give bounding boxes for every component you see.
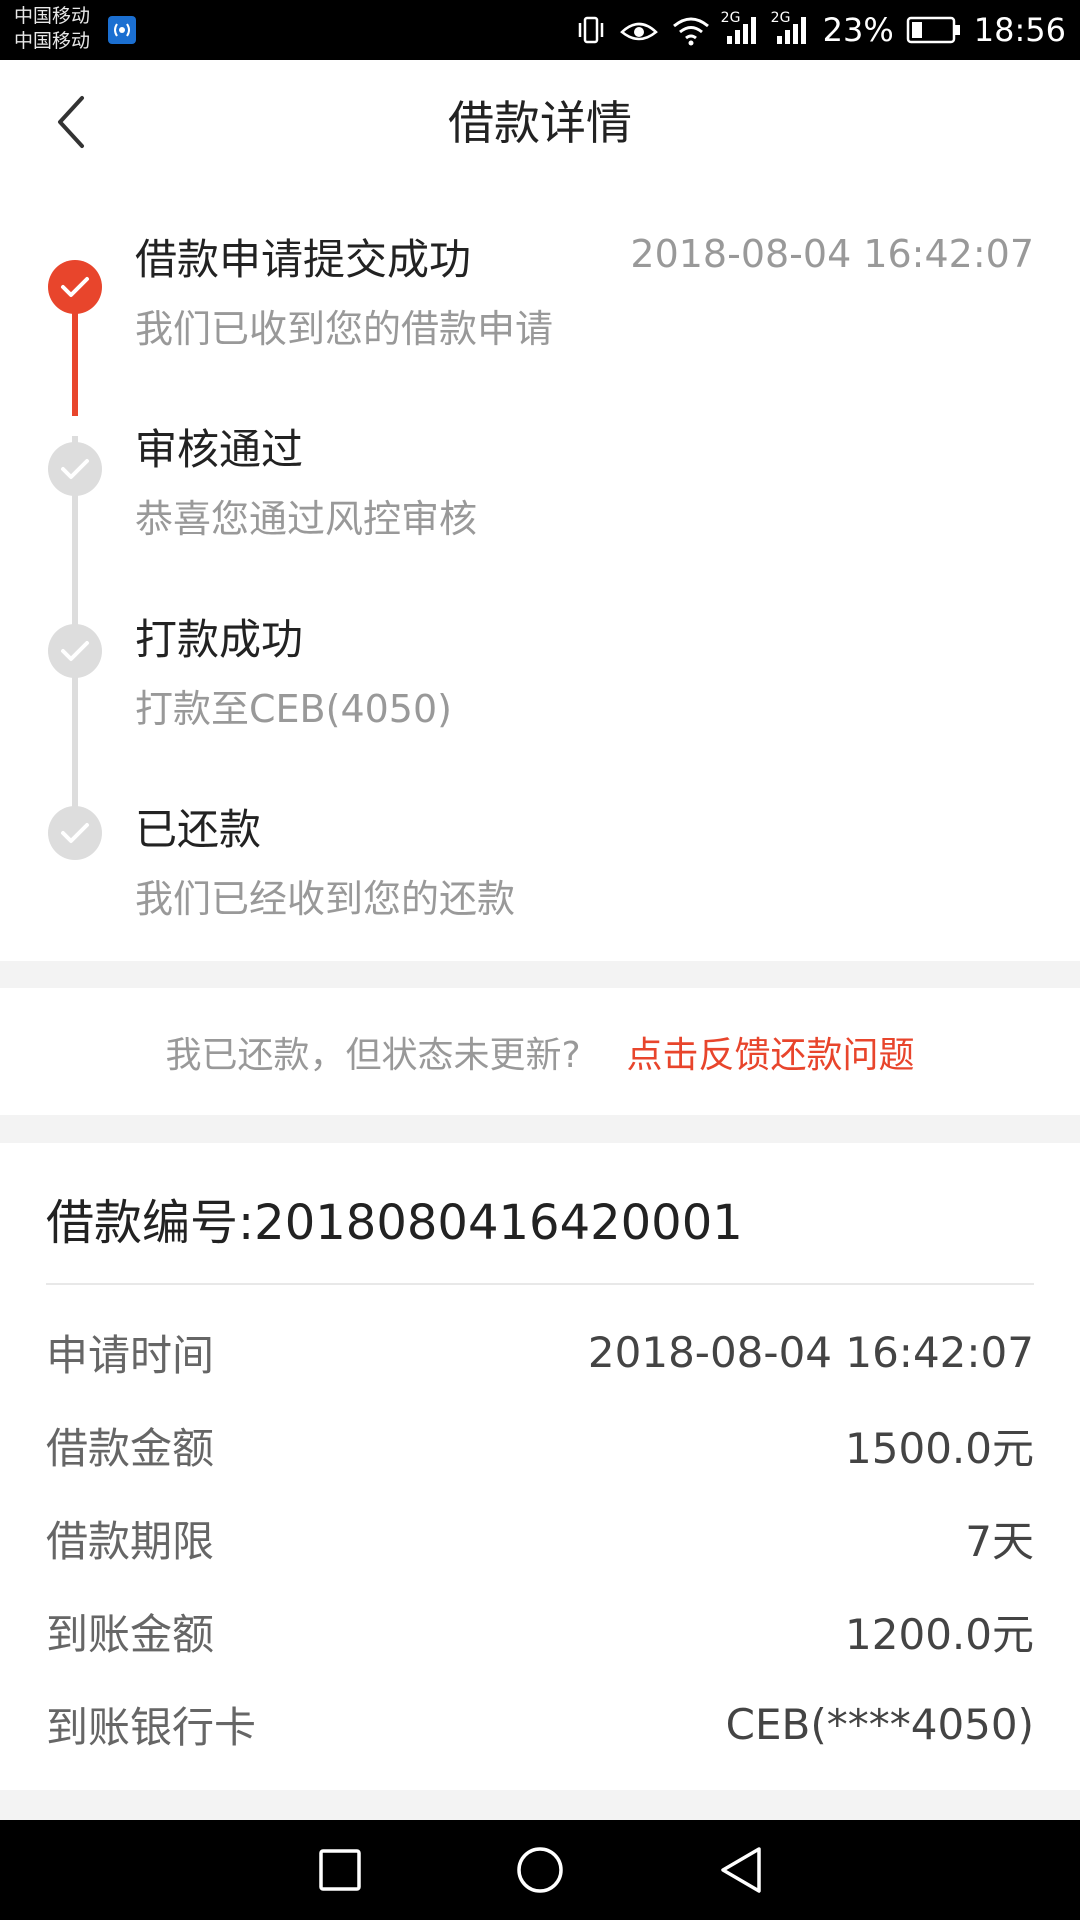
timeline-step-approved: 审核通过 恭喜您通过风控审核 xyxy=(0,376,1080,566)
detail-value: 7天 xyxy=(965,1516,1034,1566)
check-icon xyxy=(48,442,102,496)
detail-row-received-amount: 到账金额 1200.0元 xyxy=(46,1601,1034,1661)
section-divider xyxy=(0,961,1080,989)
detail-row-apply-time: 申请时间 2018-08-04 16:42:07 xyxy=(46,1322,1034,1382)
check-icon xyxy=(48,260,102,314)
timeline-step-paid-out: 打款成功 打款至CEB(4050) xyxy=(0,566,1080,756)
detail-label: 借款金额 xyxy=(46,1423,215,1473)
detail-value: 2018-08-04 16:42:07 xyxy=(587,1327,1034,1377)
step-desc: 我们已经收到您的还款 xyxy=(135,877,516,921)
detail-label: 申请时间 xyxy=(46,1330,215,1380)
battery-percentage: 23% xyxy=(822,11,894,49)
detail-row-loan-amount: 借款金额 1500.0元 xyxy=(46,1415,1034,1475)
section-divider xyxy=(0,1115,1080,1143)
detail-label: 到账银行卡 xyxy=(46,1702,257,1752)
network-type-2: 2G xyxy=(770,10,791,26)
check-icon xyxy=(48,806,102,860)
step-title: 审核通过 xyxy=(135,425,304,474)
detail-label: 借款期限 xyxy=(46,1516,215,1566)
home-button[interactable] xyxy=(510,1840,570,1900)
battery-icon xyxy=(906,15,962,45)
eye-comfort-icon xyxy=(619,14,659,46)
detail-row-loan-term: 借款期限 7天 xyxy=(46,1508,1034,1568)
hd-voice-icon xyxy=(108,16,136,44)
bottom-spacer xyxy=(0,1790,1080,1820)
square-icon xyxy=(319,1849,361,1891)
feedback-question: 我已还款，但状态未更新? xyxy=(165,1034,581,1076)
carrier-name-1: 中国移动 xyxy=(14,5,91,27)
repayment-feedback: 我已还款，但状态未更新? 点击反馈还款问题 xyxy=(0,988,1080,1115)
step-desc: 我们已收到您的借款申请 xyxy=(135,307,554,351)
check-icon xyxy=(48,624,102,678)
clock: 18:56 xyxy=(973,11,1066,49)
status-icons: 2G 2G 23% 18:56 xyxy=(575,0,1066,60)
feedback-link[interactable]: 点击反馈还款问题 xyxy=(627,1026,915,1078)
timeline-step-repaid: 已还款 我们已经收到您的还款 xyxy=(0,756,1080,946)
detail-value: 1500.0元 xyxy=(845,1423,1034,1473)
loan-progress-timeline: 借款申请提交成功 2018-08-04 16:42:07 我们已收到您的借款申请… xyxy=(0,186,1080,961)
detail-row-bank-card: 到账银行卡 CEB(****4050) xyxy=(46,1694,1034,1754)
page-title: 借款详情 xyxy=(448,96,632,150)
signal-icon-2: 2G xyxy=(771,10,811,46)
timeline-step-submitted: 借款申请提交成功 2018-08-04 16:42:07 我们已收到您的借款申请 xyxy=(0,186,1080,376)
detail-label: 到账金额 xyxy=(46,1609,215,1659)
system-back-button[interactable] xyxy=(710,1840,770,1900)
status-bar: 中国移动 中国移动 2G 2G 23% 18:56 xyxy=(0,0,1080,60)
header: 借款详情 xyxy=(0,60,1080,186)
signal-icon-1: 2G xyxy=(721,10,761,46)
step-desc: 打款至CEB(4050) xyxy=(135,687,452,731)
detail-value: 1200.0元 xyxy=(845,1609,1034,1659)
circle-icon xyxy=(517,1847,563,1893)
recent-apps-button[interactable] xyxy=(310,1840,370,1900)
carrier-info: 中国移动 中国移动 xyxy=(14,4,90,54)
system-nav-bar xyxy=(0,1820,1080,1920)
chevron-left-icon xyxy=(58,96,84,148)
vibrate-icon xyxy=(575,14,607,46)
divider xyxy=(46,1283,1034,1285)
step-title: 借款申请提交成功 xyxy=(135,235,472,284)
network-type-1: 2G xyxy=(720,10,741,26)
step-title: 打款成功 xyxy=(135,615,304,664)
carrier-name-2: 中国移动 xyxy=(14,30,91,52)
detail-value: CEB(****4050) xyxy=(725,1699,1034,1749)
loan-number: 借款编号:2018080416420001 xyxy=(46,1195,743,1251)
back-button[interactable] xyxy=(40,90,104,154)
step-desc: 恭喜您通过风控审核 xyxy=(135,497,478,541)
wifi-icon xyxy=(671,14,711,46)
step-title: 已还款 xyxy=(135,805,262,854)
loan-details: 借款编号:2018080416420001 申请时间 2018-08-04 16… xyxy=(0,1143,1080,1790)
step-time: 2018-08-04 16:42:07 xyxy=(630,232,1034,276)
triangle-back-icon xyxy=(721,1847,761,1893)
